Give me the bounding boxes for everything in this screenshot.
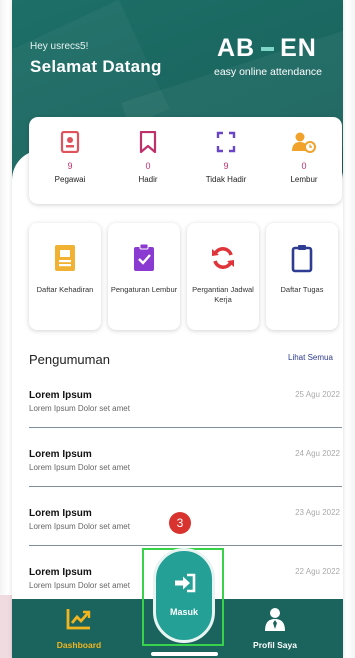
announcement-title: Lorem Ipsum: [29, 390, 92, 401]
bookmark-icon: [139, 131, 157, 153]
stat-lembur[interactable]: 0 Lembur: [265, 117, 343, 204]
menu-label: Daftar Tugas: [280, 285, 324, 294]
nav-label: Dashboard: [56, 640, 102, 650]
chart-trend-icon: [66, 609, 91, 630]
brand-logo: AB EN: [217, 34, 317, 63]
announcement-desc: Lorem Ipsum Dolor set amet: [29, 463, 130, 472]
see-all-link[interactable]: Lihat Semua: [288, 353, 333, 362]
menu-pergantian-jadwal[interactable]: Pergantian Jadwal Kerja: [187, 223, 259, 330]
stat-value: 0: [301, 161, 307, 171]
background-shape: [0, 595, 12, 658]
sign-in-icon: [175, 573, 196, 593]
stat-tidak-hadir[interactable]: 9 Tidak Hadir: [187, 117, 265, 204]
brand-logo-left: AB: [217, 34, 256, 62]
home-indicator[interactable]: [151, 652, 218, 656]
brand-tagline: easy online attendance: [214, 66, 322, 78]
greeting-title: Selamat Datang: [30, 57, 162, 76]
scan-frame-icon: [216, 131, 236, 153]
stat-label: Hadir: [138, 175, 158, 184]
announcement-date: 23 Agu 2022: [295, 508, 340, 517]
masuk-button[interactable]: Masuk: [153, 548, 215, 643]
id-card-icon: [55, 245, 75, 271]
brand-logo-dash: [261, 47, 275, 52]
stat-label: Tidak Hadir: [205, 175, 247, 184]
divider: [29, 427, 342, 428]
announcement-title: Lorem Ipsum: [29, 567, 92, 578]
divider: [29, 486, 342, 487]
stat-value: 0: [145, 161, 151, 171]
stats-card: 9 Pegawai 0 Hadir 9 Tidak Hadir 0 Lembur: [29, 117, 342, 204]
nav-dashboard[interactable]: Dashboard: [34, 599, 124, 658]
stat-label: Lembur: [290, 175, 318, 184]
stat-label: Pegawai: [54, 175, 86, 184]
nav-label: Profil Saya: [253, 640, 297, 650]
menu-daftar-tugas[interactable]: Daftar Tugas: [266, 223, 338, 330]
refresh-icon: [212, 247, 234, 269]
greeting-username: Hey usrecs5!: [30, 41, 89, 52]
divider: [29, 545, 342, 546]
stat-value: 9: [223, 161, 229, 171]
clipboard-icon: [291, 245, 313, 273]
stat-hadir[interactable]: 0 Hadir: [109, 117, 187, 204]
stat-pegawai[interactable]: 9 Pegawai: [31, 117, 109, 204]
announcement-item[interactable]: Lorem Ipsum Lorem Ipsum Dolor set amet 2…: [29, 390, 342, 442]
id-badge-icon: [60, 131, 80, 153]
menu-label: Pergantian Jadwal Kerja: [192, 285, 254, 304]
nav-profile[interactable]: Profil Saya: [230, 599, 320, 658]
menu-label: Daftar Kehadiran: [36, 285, 94, 294]
announcement-title: Lorem Ipsum: [29, 508, 92, 519]
announcement-desc: Lorem Ipsum Dolor set amet: [29, 404, 130, 413]
announcement-date: 24 Agu 2022: [295, 449, 340, 458]
announcement-date: 22 Agu 2022: [295, 567, 340, 576]
user-clock-icon: [292, 132, 316, 153]
step-badge: 3: [169, 512, 191, 534]
stat-value: 9: [67, 161, 73, 171]
clipboard-check-icon: [134, 243, 154, 271]
app-screen: Hey usrecs5! Selamat Datang AB EN easy on…: [12, 0, 343, 658]
menu-daftar-kehadiran[interactable]: Daftar Kehadiran: [29, 223, 101, 330]
announcement-title: Lorem Ipsum: [29, 449, 92, 460]
announcement-desc: Lorem Ipsum Dolor set amet: [29, 522, 130, 531]
masuk-label: Masuk: [169, 607, 198, 617]
announcement-date: 25 Agu 2022: [295, 390, 340, 399]
menu-pengaturan-lembur[interactable]: Pengaturan Lembur: [108, 223, 180, 330]
announcements-title: Pengumuman: [29, 352, 110, 367]
announcement-desc: Lorem Ipsum Dolor set amet: [29, 581, 130, 590]
menu-label: Pengaturan Lembur: [110, 285, 178, 294]
announcement-item[interactable]: Lorem Ipsum Lorem Ipsum Dolor set amet 2…: [29, 449, 342, 501]
brand-logo-right: EN: [280, 34, 317, 62]
user-icon: [265, 608, 285, 631]
